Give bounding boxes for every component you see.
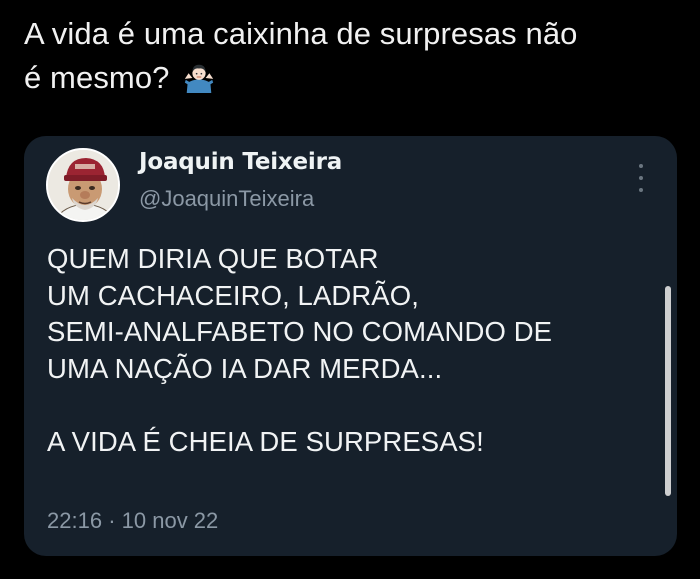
more-options-icon[interactable] bbox=[633, 164, 649, 192]
scrollbar[interactable] bbox=[665, 286, 671, 496]
avatar[interactable] bbox=[46, 148, 120, 222]
tweet-line: UM CACHACEIRO, LADRÃO, bbox=[47, 279, 419, 311]
tweet-line: QUEM DIRIA QUE BOTAR bbox=[47, 243, 379, 274]
person-shrugging-emoji-icon bbox=[185, 64, 214, 94]
post-text-line-2: é mesmo? bbox=[24, 60, 170, 95]
timestamp-separator: · bbox=[108, 508, 116, 533]
quoted-tweet-card[interactable]: Joaquin Teixeira @JoaquinTeixeira QUEM D… bbox=[24, 136, 677, 556]
tweet-timestamp[interactable]: 22:16 · 10 nov 22 bbox=[47, 508, 218, 534]
tweet-line: SEMI-ANALFABETO NO COMANDO DE bbox=[47, 316, 553, 347]
tweet-date: 10 nov 22 bbox=[121, 508, 219, 533]
tweet-time: 22:16 bbox=[47, 508, 103, 533]
tweet-line: A VIDA É CHEIA DE SURPRESAS! bbox=[47, 425, 484, 457]
author-handle[interactable]: @JoaquinTeixeira bbox=[139, 186, 314, 212]
tweet-body: QUEM DIRIA QUE BOTAR UM CACHACEIRO, LADR… bbox=[47, 241, 647, 460]
tweet-paragraph-gap bbox=[47, 387, 647, 424]
tweet-line: UMA NAÇÃO IA DAR MERDA... bbox=[47, 352, 443, 384]
post-text: A vida é uma caixinha de surpresas não é… bbox=[24, 12, 684, 100]
post-text-line-1: A vida é uma caixinha de surpresas não bbox=[24, 16, 578, 51]
author-name[interactable]: Joaquin Teixeira bbox=[139, 149, 342, 175]
post-screenshot: A vida é uma caixinha de surpresas não é… bbox=[0, 0, 700, 579]
avatar-caricature-icon bbox=[48, 150, 118, 220]
